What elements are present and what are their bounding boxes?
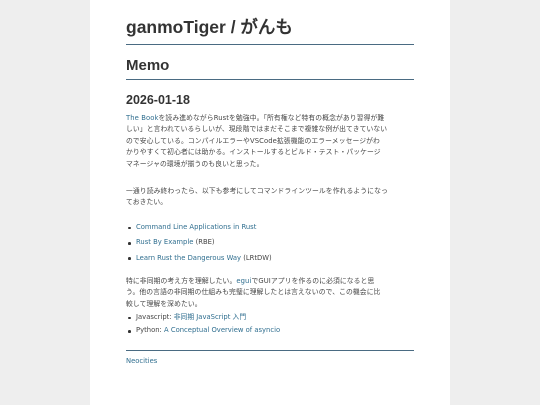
post-date: 2026-01-18 [126, 93, 190, 107]
resource-link[interactable]: Rust By Example [136, 238, 193, 246]
footer-divider [126, 350, 414, 351]
resource-suffix: (RBE) [193, 238, 215, 247]
paragraph-intro: The Bookを読み進めながらRustを勉強中。「所有権など特有の概念があり習… [126, 113, 414, 170]
the-book-link[interactable]: The Book [126, 114, 159, 122]
page-title: Memo [126, 57, 170, 74]
paragraph-intro-line-5: マネージャの環境が揃うのも良いと思った。 [126, 159, 264, 168]
paragraph-intro-line-1: を読み進めながらRustを勉強中。「所有権など特有の概念があり習得が難 [158, 114, 385, 122]
paragraph-plan: 一通り読み終わったら、以下も参考にしてコマンドラインツールを作れるようになっ て… [126, 186, 414, 209]
resource-suffix: (LRtDW) [241, 253, 272, 262]
resource-link[interactable]: Command Line Applications in Rust [136, 223, 256, 231]
resource-link[interactable]: 非同期 JavaScript 入門 [174, 313, 246, 321]
paragraph-plan-line-2: ておきたい。 [126, 198, 168, 207]
list-item: Javascript: 非同期 JavaScript 入門 [126, 312, 414, 323]
bullet-icon [128, 316, 131, 320]
title-divider [126, 79, 414, 80]
resource-link[interactable]: A Conceptual Overview of asyncio [164, 326, 280, 334]
paragraph-plan-line-1: 一通り読み終わったら、以下も参考にしてコマンドラインツールを作れるようになっ [126, 187, 388, 195]
paragraph-async-post: でGUIアプリを作るのに必須になると思 [251, 277, 375, 285]
rust-resources-list: Command Line Applications in Rust Rust B… [126, 222, 414, 264]
bullet-icon [128, 226, 131, 230]
list-item: Learn Rust the Dangerous Way (LRtDW) [126, 253, 414, 264]
list-item: Rust By Example (RBE) [126, 237, 414, 248]
bullet-icon [128, 257, 131, 260]
paragraph-async-line-3: 較して理解を深めたい。 [126, 299, 202, 308]
resource-prefix: Javascript: [136, 313, 174, 321]
bullet-icon [128, 329, 131, 333]
paragraph-async-line-2: う。他の言語の非同期の仕組みも完璧に理解したとは言えないので、この機会に比 [126, 288, 381, 297]
bullet-icon [128, 241, 131, 245]
site-title: ganmoTiger / がんも [126, 17, 293, 37]
paragraph-intro-line-2: しい」と言われているらしいが、現段階ではまだそこまで複雑な例が出てきていない [126, 125, 388, 134]
resource-link[interactable]: Learn Rust the Dangerous Way [136, 254, 241, 262]
paragraph-intro-line-4: かりやすくて初心者には助かる。インストールするとビルド・テスト・パッケージ [126, 148, 381, 157]
paragraph-async-pre: 特に非同期の考え方を理解したい。 [126, 277, 237, 285]
list-item: Python: A Conceptual Overview of asyncio [126, 325, 414, 336]
resource-prefix: Python: [136, 326, 165, 335]
paragraph-async: 特に非同期の考え方を理解したい。eguiでGUIアプリを作るのに必須になると思 … [126, 276, 414, 310]
async-resources-list: Javascript: 非同期 JavaScript 入門 Python: A … [126, 312, 414, 337]
list-item: Command Line Applications in Rust [126, 222, 414, 233]
paragraph-intro-line-3: ので安心している。コンパイルエラーやVSCode拡張機能のエラーメッセージがわ [126, 136, 380, 145]
header-divider [126, 44, 414, 45]
neocities-link[interactable]: Neocities [126, 356, 157, 367]
page-container: ganmoTiger / がんも Memo 2026-01-18 The Boo… [90, 0, 450, 405]
egui-link[interactable]: egui [236, 277, 251, 285]
